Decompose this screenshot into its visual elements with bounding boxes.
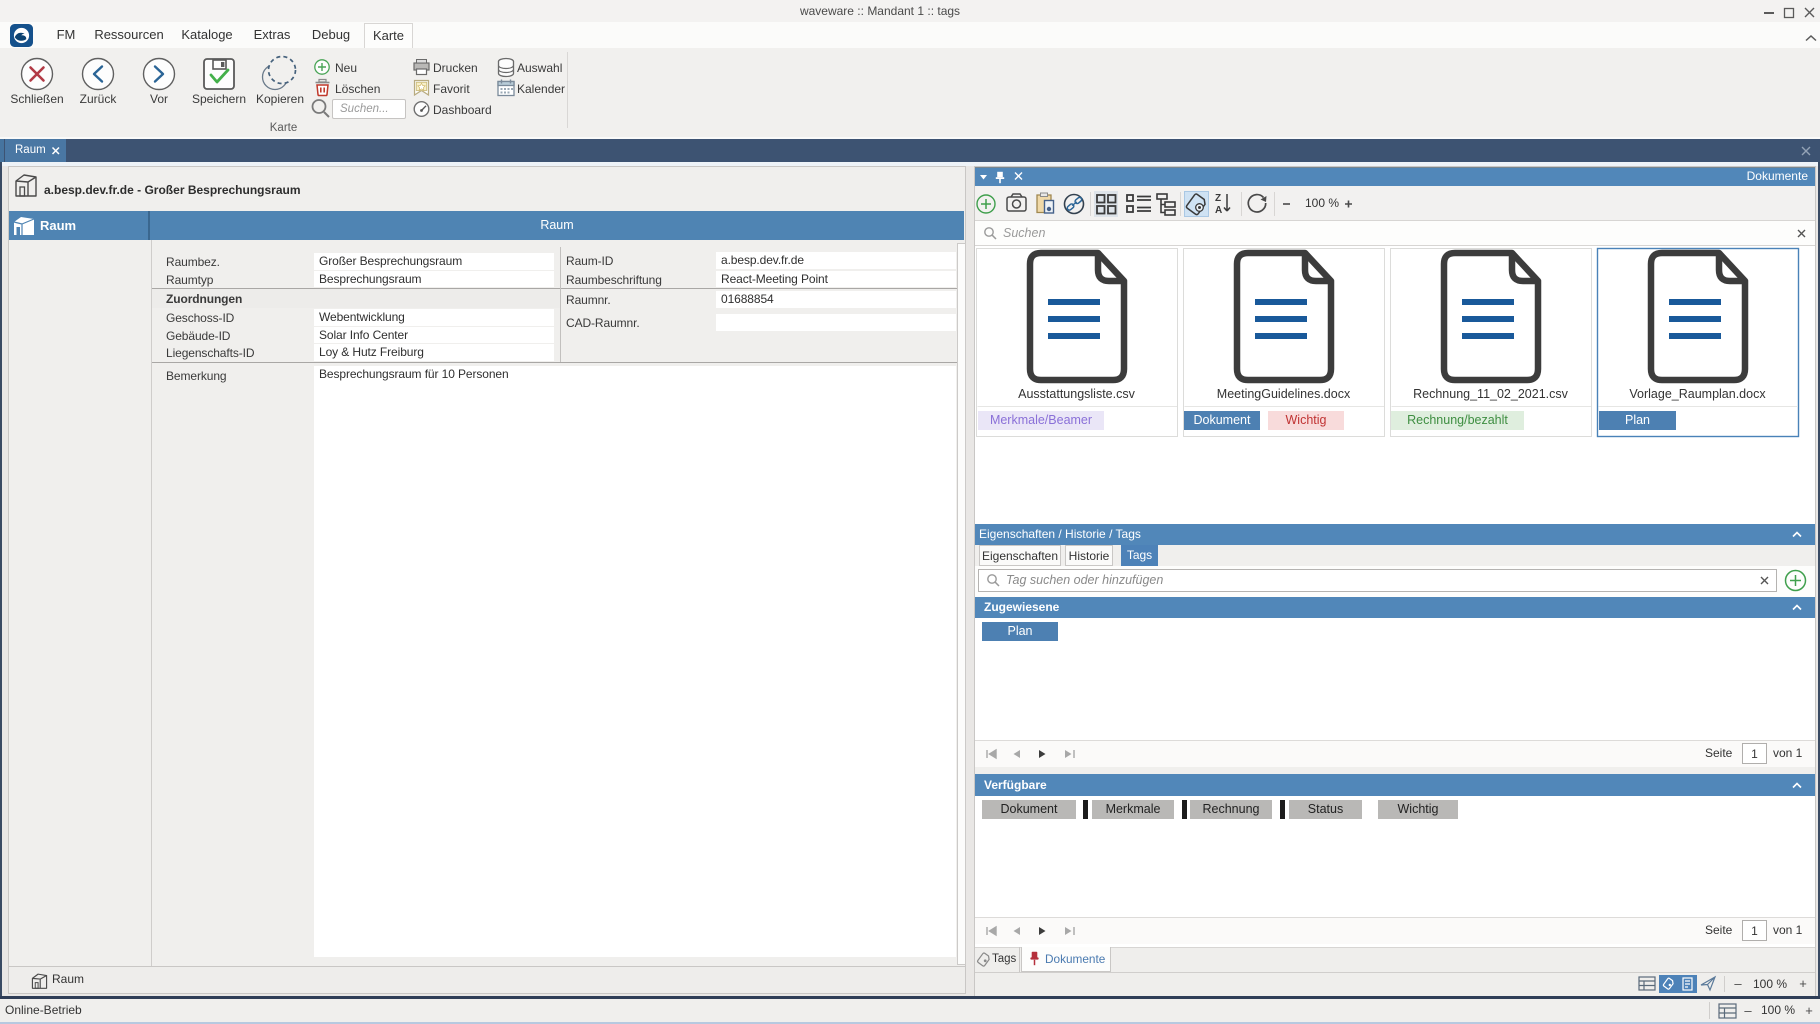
svg-text:Z: Z [1215,193,1221,204]
svg-text:A: A [1215,205,1222,216]
